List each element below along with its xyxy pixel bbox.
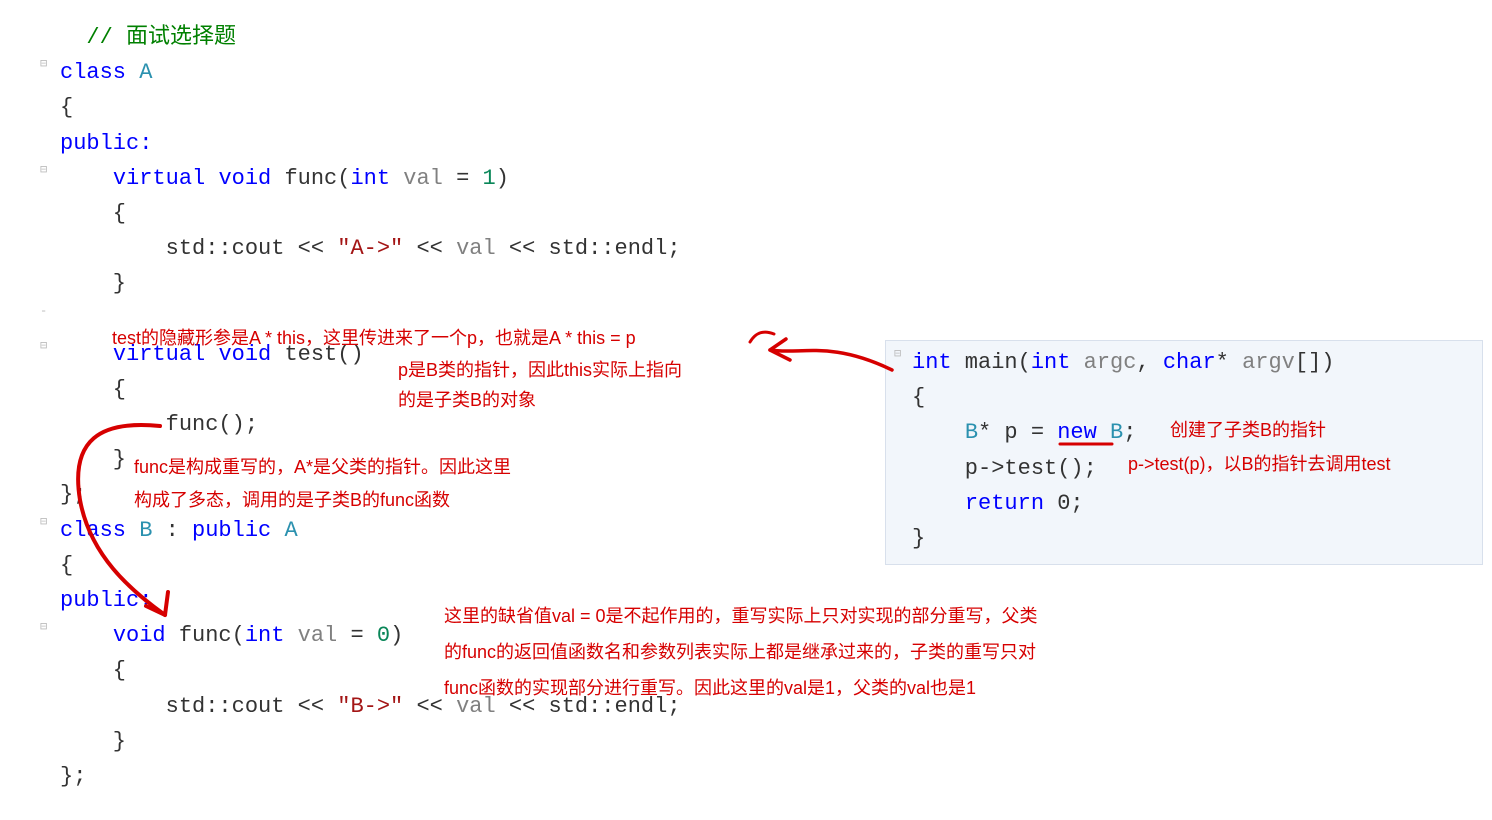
annotation: p是B类的指针，因此this实际上指向 — [398, 358, 682, 383]
annotation: 的是子类B的对象 — [398, 388, 536, 413]
code-line: return 0; — [894, 486, 1474, 521]
code-line: } — [894, 521, 1474, 556]
annotation: 这里的缺省值val = 0是不起作用的，重写实际上只对实现的部分重写，父类 — [444, 604, 1038, 629]
code-line: } — [40, 266, 1452, 301]
code-line: ⊟ virtual void func(int val = 1) — [40, 161, 1452, 196]
code-line: { — [40, 90, 1452, 125]
code-line: // 面试选择题 — [40, 20, 1452, 55]
code-line: }; — [40, 759, 1452, 794]
code-line: ⊟class A — [40, 55, 1452, 90]
code-line: public: — [40, 126, 1452, 161]
annotation: 的func的返回值函数名和参数列表实际上都是继承过来的，子类的重写只对 — [444, 640, 1036, 665]
annotation: p->test(p)，以B的指针去调用test — [1128, 452, 1391, 477]
code-line: } — [40, 724, 1452, 759]
code-line: { — [894, 380, 1474, 415]
annotation: 创建了子类B的指针 — [1170, 418, 1326, 443]
code-line: { — [40, 196, 1452, 231]
code-line: ⊟int main(int argc, char* argv[]) — [894, 345, 1474, 380]
annotation: test的隐藏形参是A * this，这里传进来了一个p，也就是A * this… — [112, 326, 636, 351]
annotation: func是构成重写的，A*是父类的指针。因此这里 — [134, 455, 511, 480]
annotation: func函数的实现部分进行重写。因此这里的val是1，父类的val也是1 — [444, 676, 976, 701]
annotation: 构成了多态，调用的是子类B的func函数 — [134, 488, 450, 513]
code-line: std::cout << "A->" << val << std::endl; — [40, 231, 1452, 266]
